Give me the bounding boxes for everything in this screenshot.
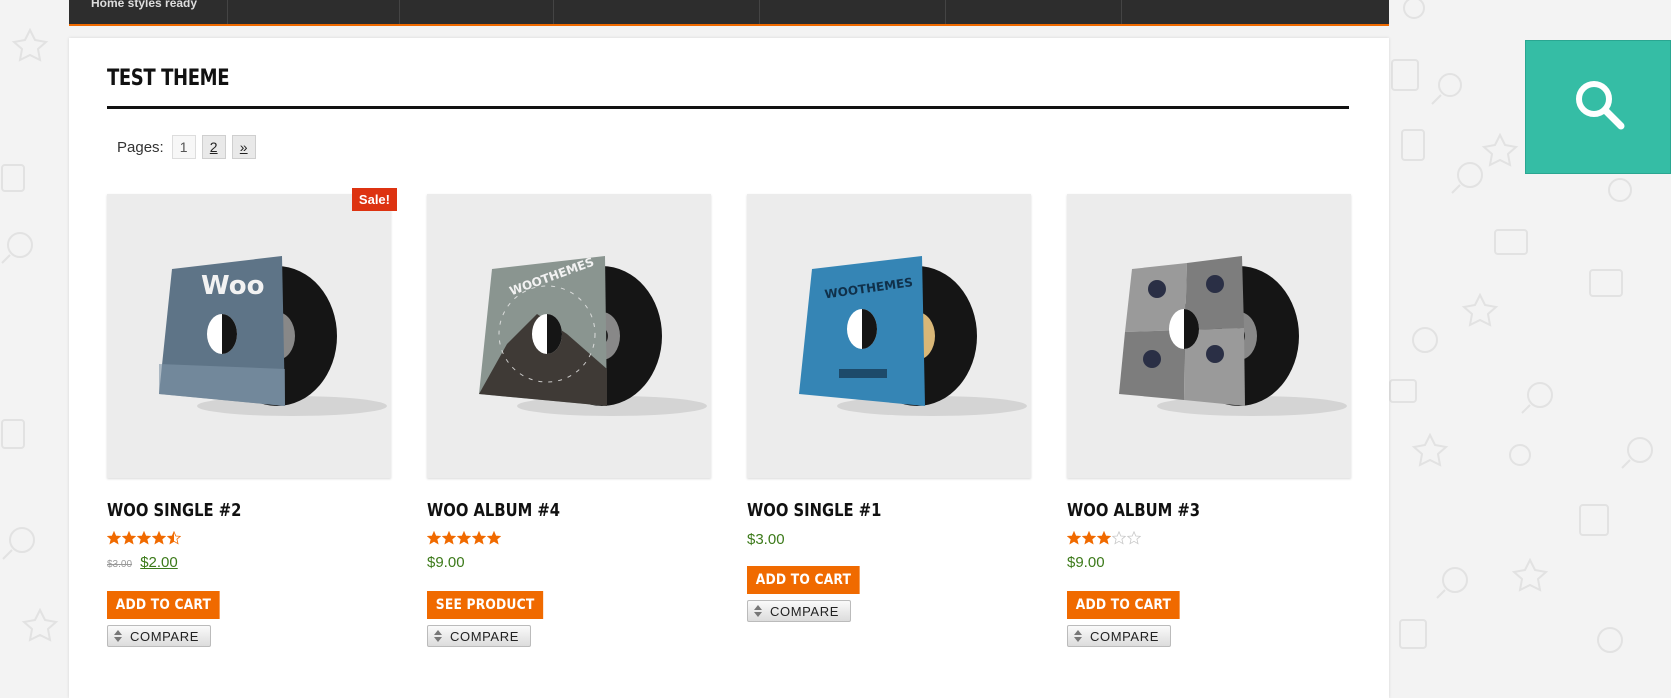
rating-stars	[427, 531, 711, 545]
pagination: Pages: 1 2 »	[117, 134, 256, 160]
star-icon	[1097, 531, 1111, 545]
search-icon	[1576, 81, 1625, 130]
sort-arrows-icon	[434, 630, 442, 642]
star-icon	[472, 531, 486, 545]
star-icon	[1112, 531, 1126, 545]
page-title: TEST THEME	[107, 66, 230, 91]
product-image[interactable]: WOOTHEMES	[747, 194, 1031, 478]
nav-separator	[227, 0, 228, 24]
star-icon	[152, 531, 166, 545]
pagination-label: Pages:	[117, 138, 164, 156]
product-image[interactable]	[1067, 194, 1351, 478]
star-icon	[167, 531, 181, 545]
nav-separator	[553, 0, 554, 24]
main-content: TEST THEME Pages: 1 2 » Sale! Woo WOO SI…	[69, 38, 1389, 698]
star-icon	[442, 531, 456, 545]
sale-badge: Sale!	[351, 188, 397, 211]
price-regular: $3.00	[747, 531, 785, 548]
woo-album-3-cover	[1119, 256, 1347, 416]
nav-separator	[399, 0, 400, 24]
compare-label: COMPARE	[770, 603, 839, 619]
product-image[interactable]: WOOTHEMES	[427, 194, 711, 478]
compare-label: COMPARE	[1090, 628, 1159, 644]
top-navigation-bar: Home styles ready	[69, 0, 1389, 26]
search-button[interactable]	[1525, 40, 1671, 174]
product-name[interactable]: WOO SINGLE #2	[107, 500, 340, 522]
price-sale: $2.00	[140, 554, 178, 571]
next-page-link[interactable]: »	[231, 135, 256, 159]
compare-label: COMPARE	[450, 628, 519, 644]
add-to-cart-button[interactable]: ADD TO CART	[107, 591, 220, 619]
product-price: $3.00	[747, 530, 1031, 550]
star-icon	[1082, 531, 1096, 545]
sort-arrows-icon	[754, 605, 762, 617]
nav-separator	[1121, 0, 1122, 24]
product-price: $3.00 $2.00	[107, 553, 391, 573]
product-card: WOO ALBUM #3 $9.00 ADD TO CART COMPARE	[1067, 194, 1351, 647]
sort-arrows-icon	[114, 630, 122, 642]
product-name[interactable]: WOO ALBUM #4	[427, 500, 660, 522]
product-name[interactable]: WOO SINGLE #1	[747, 500, 980, 522]
product-image[interactable]: Sale! Woo	[107, 188, 397, 478]
compare-label: COMPARE	[130, 628, 199, 644]
compare-button[interactable]: COMPARE	[747, 600, 851, 622]
product-card: WOOTHEMES WOO ALBUM #4 $9.00 SEE PRODUCT…	[427, 194, 711, 647]
star-icon	[137, 531, 151, 545]
price-regular: $9.00	[427, 554, 465, 571]
star-icon	[1127, 531, 1141, 545]
page-1-current: 1	[171, 135, 196, 159]
price-old: $3.00	[107, 559, 133, 570]
woo-album-4-cover: WOOTHEMES	[479, 255, 707, 416]
compare-button[interactable]: COMPARE	[107, 625, 211, 647]
see-product-button[interactable]: SEE PRODUCT	[427, 591, 544, 619]
star-icon	[487, 531, 501, 545]
cover-woo-text: Woo	[201, 271, 264, 301]
add-to-cart-button[interactable]: ADD TO CART	[747, 566, 860, 594]
product-price: $9.00	[427, 553, 711, 573]
product-card: Sale! Woo WOO SINGLE #2 $3.00 $2.00 ADD …	[107, 188, 397, 647]
product-price: $9.00	[1067, 553, 1351, 573]
add-to-cart-button[interactable]: ADD TO CART	[1067, 591, 1180, 619]
star-icon	[107, 531, 121, 545]
woo-single-1-cover: WOOTHEMES	[799, 256, 1027, 416]
woo-single-2-cover: Woo	[159, 256, 387, 416]
price-regular: $9.00	[1067, 554, 1105, 571]
title-divider	[107, 106, 1349, 109]
star-icon	[457, 531, 471, 545]
star-icon	[1067, 531, 1081, 545]
nav-item-home-styles[interactable]: Home styles ready	[91, 0, 197, 10]
nav-separator	[945, 0, 946, 24]
sort-arrows-icon	[1074, 630, 1082, 642]
rating-stars	[107, 531, 391, 545]
compare-button[interactable]: COMPARE	[427, 625, 531, 647]
rating-stars	[1067, 531, 1351, 545]
star-icon	[427, 531, 441, 545]
compare-button[interactable]: COMPARE	[1067, 625, 1171, 647]
product-card: WOOTHEMES WOO SINGLE #1 $3.00 ADD TO CAR…	[747, 194, 1031, 622]
product-name[interactable]: WOO ALBUM #3	[1067, 500, 1300, 522]
star-icon	[122, 531, 136, 545]
page-2-link[interactable]: 2	[201, 135, 226, 159]
nav-separator	[759, 0, 760, 24]
